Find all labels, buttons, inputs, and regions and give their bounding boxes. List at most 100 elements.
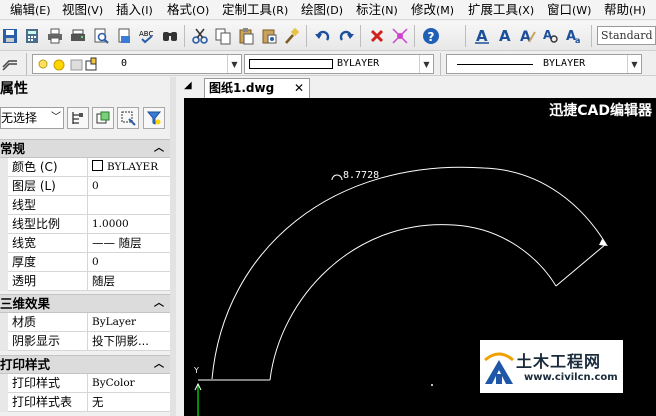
publish-icon[interactable]	[114, 26, 134, 46]
calculator-icon[interactable]	[22, 26, 42, 46]
svg-text:A: A	[499, 27, 511, 45]
toolbar-separator	[414, 25, 415, 47]
layer-toolbar: 0 ▼ BYLAYER ▼ BYLAYER ▼	[0, 52, 656, 76]
single-line-text-icon[interactable]: A	[495, 26, 515, 46]
menu-draw[interactable]: 绘图(D)	[301, 2, 343, 19]
collapse-icon: ︿	[154, 298, 164, 309]
menu-edit[interactable]: 编辑(E)	[10, 2, 51, 19]
linetype-sample	[457, 64, 533, 65]
match-properties-icon[interactable]	[282, 26, 302, 46]
plot-icon[interactable]	[68, 26, 88, 46]
section-3d-effects[interactable]: 三维效果 ︿	[0, 294, 170, 313]
watermark-logo-icon	[484, 352, 514, 384]
undo-icon[interactable]	[313, 26, 333, 46]
quick-select-icon	[121, 111, 136, 126]
layer-manager-icon[interactable]	[0, 54, 20, 74]
color-swatch	[249, 59, 333, 69]
linetype-value: BYLAYER	[543, 58, 586, 69]
tab-overflow-icon[interactable]: ◢	[184, 80, 192, 91]
prop-row[interactable]: 颜色 (C) BYLAYER	[0, 158, 170, 177]
prop-row[interactable]: 厚度 0	[0, 253, 170, 272]
tab-drawing1[interactable]: 图纸1.dwg ✕	[204, 78, 310, 98]
dimension-text: 8.7728	[343, 170, 380, 181]
lock-icon	[70, 59, 83, 71]
menu-format[interactable]: 格式(O)	[167, 2, 209, 19]
svg-text:A: A	[520, 29, 531, 45]
prop-row[interactable]: 线型比例 1.0000	[0, 215, 170, 234]
filter-button[interactable]	[143, 107, 165, 129]
menu-custom-tools[interactable]: 定制工具(R)	[222, 2, 288, 19]
ucs-label: Y	[194, 366, 199, 375]
text-style-icon[interactable]: A	[472, 26, 492, 46]
print-preview-icon[interactable]	[91, 26, 111, 46]
watermark: 土木工程网 www.civilcn.com	[480, 340, 623, 393]
drawing-canvas[interactable]: 迅捷CAD编辑器 8.7728 Y 土木工程网 www.civilcn.com	[184, 98, 656, 416]
section-general[interactable]: 常规 ︿	[0, 139, 170, 158]
select-objects-button[interactable]	[92, 107, 114, 129]
scale-text-icon[interactable]: Aa	[564, 26, 584, 46]
close-icon[interactable]: ✕	[294, 79, 304, 97]
prop-row[interactable]: 打印样式表无	[0, 393, 170, 412]
menu-window[interactable]: 窗口(W)	[547, 2, 591, 19]
paste-special-icon[interactable]	[259, 26, 279, 46]
select-objects-icon	[96, 111, 110, 124]
prop-row[interactable]: 打印样式 ByColor	[0, 374, 170, 393]
linetype-select[interactable]: BYLAYER ▼	[446, 54, 642, 74]
toolbar-separator	[184, 25, 185, 47]
help-icon[interactable]: ?	[421, 26, 441, 46]
delete-icon[interactable]	[367, 26, 387, 46]
arc-symbol-icon	[331, 174, 343, 181]
find-text-icon[interactable]: A	[541, 26, 561, 46]
properties-scrollbar[interactable]	[170, 77, 176, 416]
cut-icon[interactable]	[190, 26, 210, 46]
edit-text-icon[interactable]: A	[518, 26, 538, 46]
toolbar-separator	[360, 25, 361, 47]
properties-title: 属性	[0, 81, 28, 97]
chevron-down-icon: ﹀	[51, 112, 61, 123]
chevron-down-icon[interactable]: ▼	[419, 55, 433, 73]
find-icon[interactable]	[160, 26, 180, 46]
spell-check-icon[interactable]: ABC	[137, 26, 157, 46]
text-style-select[interactable]: Standard	[597, 26, 656, 45]
menu-extension-tools[interactable]: 扩展工具(X)	[468, 2, 534, 19]
paste-icon[interactable]	[236, 26, 256, 46]
toolbar-separator	[26, 53, 27, 75]
prop-row[interactable]: 线宽 —— 随层	[0, 234, 170, 253]
prop-row[interactable]: 线型	[0, 196, 170, 215]
menu-insert[interactable]: 插入(I)	[116, 2, 153, 19]
chevron-down-icon[interactable]: ▼	[227, 55, 241, 73]
layer-select[interactable]: 0 ▼	[32, 54, 242, 74]
standard-toolbar: ABC ? A A A A Aa Standard	[0, 21, 656, 51]
tree-icon	[72, 112, 83, 124]
color-select[interactable]: BYLAYER ▼	[244, 54, 434, 74]
quick-select-button[interactable]	[117, 107, 139, 129]
explode-icon[interactable]	[390, 26, 410, 46]
save-icon[interactable]	[0, 26, 20, 46]
print-icon[interactable]	[45, 26, 65, 46]
color-swatch	[92, 160, 103, 171]
svg-text:a: a	[575, 36, 580, 45]
collapse-icon: ︿	[154, 359, 164, 370]
prop-row[interactable]: 阴影显示 投下阴影...	[0, 332, 170, 351]
menu-help[interactable]: 帮助(H)	[604, 2, 646, 19]
redo-icon[interactable]	[336, 26, 356, 46]
menu-modify[interactable]: 修改(M)	[411, 2, 454, 19]
color-value: BYLAYER	[337, 58, 380, 69]
menu-bar: 编辑(E) 视图(V) 插入(I) 格式(O) 定制工具(R) 绘图(D) 标注…	[0, 0, 656, 20]
chevron-down-icon[interactable]: ▼	[627, 55, 641, 73]
end-line	[555, 243, 607, 287]
copy-icon[interactable]	[213, 26, 233, 46]
toolbar-separator	[306, 25, 307, 47]
selection-select[interactable]: 无选择 ﹀	[0, 107, 64, 129]
prop-row[interactable]: 材质 ByLayer	[0, 313, 170, 332]
document-tab-bar: ◢ 图纸1.dwg ✕	[184, 77, 656, 98]
menu-dimension[interactable]: 标注(N)	[356, 2, 398, 19]
prop-row[interactable]: 透明 随层	[0, 272, 170, 291]
toolbar-separator	[591, 25, 592, 47]
sun-icon	[53, 59, 65, 71]
svg-text:?: ?	[428, 30, 435, 44]
prop-row[interactable]: 图层 (L) 0	[0, 177, 170, 196]
section-plot-style[interactable]: 打印样式 ︿	[0, 355, 170, 374]
toggle-pickadd-button[interactable]	[67, 107, 89, 129]
menu-view[interactable]: 视图(V)	[62, 2, 103, 19]
